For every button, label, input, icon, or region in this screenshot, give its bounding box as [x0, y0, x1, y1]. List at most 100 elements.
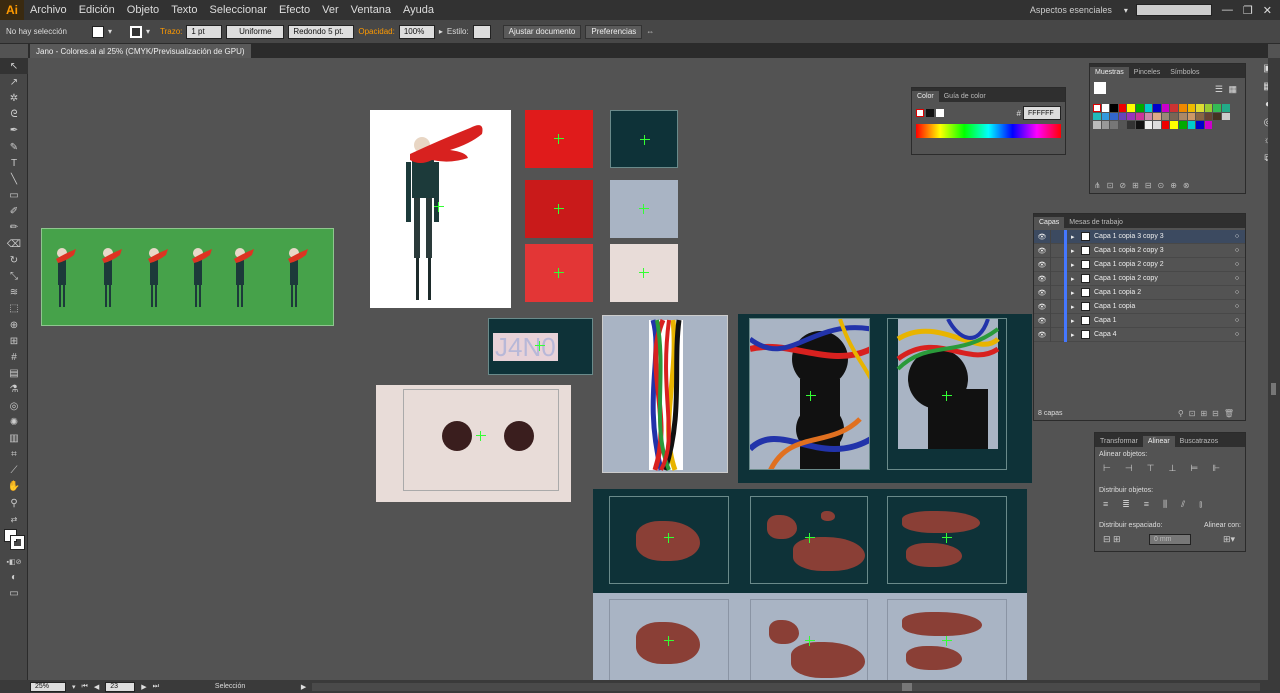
spacing-input[interactable]: 0 mm	[1149, 534, 1191, 545]
target-circle-icon[interactable]: ○	[1229, 317, 1245, 324]
drawing-mode-icon[interactable]: ◐	[0, 570, 28, 586]
visibility-eye-icon[interactable]: 👁	[1034, 331, 1050, 339]
lock-toggle[interactable]	[1050, 299, 1064, 314]
red-swatch-2[interactable]	[525, 180, 593, 238]
shape-builder-tool-icon[interactable]: ⊕	[0, 317, 28, 333]
scale-tool-icon[interactable]: ⤡	[0, 268, 28, 284]
layer-name[interactable]: Capa 1 copia 2 copy	[1094, 275, 1229, 282]
layer-name[interactable]: Capa 1 copia 2 copy 2	[1094, 261, 1229, 268]
visibility-eye-icon[interactable]: 👁	[1034, 275, 1050, 283]
mesh-tool-icon[interactable]: #	[0, 349, 28, 365]
eyes-artboard[interactable]	[376, 385, 571, 502]
hand-tool-icon[interactable]: ✋	[0, 479, 28, 495]
layer-row[interactable]: 👁 ▸ Capa 1 copia 2 copy 3 ○	[1034, 243, 1245, 258]
expand-triangle-icon[interactable]: ▸	[1071, 303, 1081, 311]
align-to-selector-icon[interactable]: ⊞▾	[1223, 534, 1235, 545]
none-swatch[interactable]	[916, 109, 924, 117]
document-tab[interactable]: Jano - Colores.ai al 25% (CMYK/Previsual…	[30, 44, 251, 58]
swatch-grid[interactable]	[1093, 104, 1233, 129]
menu-edicion[interactable]: Edición	[73, 4, 121, 16]
target-circle-icon[interactable]: ○	[1229, 331, 1245, 338]
arrange-icon[interactable]: ⇔	[646, 27, 654, 36]
slice-tool-icon[interactable]: ⟋	[0, 463, 28, 479]
paintbrush-tool-icon[interactable]: ✐	[0, 204, 28, 220]
align-objects-icons[interactable]: ⊢⊣⊤⊥⊨⊩	[1103, 463, 1234, 474]
menu-archivo[interactable]: Archivo	[24, 4, 73, 16]
lock-toggle[interactable]	[1050, 313, 1064, 328]
menu-ayuda[interactable]: Ayuda	[397, 4, 440, 16]
page-field[interactable]: 23	[105, 681, 136, 692]
lock-toggle[interactable]	[1050, 285, 1064, 300]
tab-brushes[interactable]: Pinceles	[1129, 67, 1165, 78]
lasso-tool-icon[interactable]: ᘓ	[0, 107, 28, 123]
type-tool-icon[interactable]: T	[0, 155, 28, 171]
perspective-grid-tool-icon[interactable]: ⊞	[0, 333, 28, 349]
stroke-weight-field[interactable]: 1 pt	[186, 24, 223, 39]
fill-chevron-icon[interactable]: ▾	[108, 27, 126, 36]
list-view-icon[interactable]: ☰	[1215, 84, 1223, 95]
visibility-eye-icon[interactable]: 👁	[1034, 233, 1050, 241]
scroll-thumb[interactable]	[1271, 383, 1276, 395]
style-select[interactable]	[472, 24, 491, 39]
layer-name[interactable]: Capa 1	[1094, 317, 1229, 324]
graph-tool-icon[interactable]: ▥	[0, 430, 28, 446]
cables-artboard[interactable]	[602, 315, 728, 473]
distribute-objects-icons[interactable]: ≡≣≡⫼⫽⫾	[1103, 499, 1216, 510]
layer-row[interactable]: 👁 ▸ Capa 1 copia ○	[1034, 299, 1245, 314]
brush-select[interactable]: Redondo 5 pt.	[288, 24, 355, 39]
tab-layers[interactable]: Capas	[1034, 217, 1065, 228]
target-circle-icon[interactable]: ○	[1229, 303, 1245, 310]
lock-toggle[interactable]	[1050, 257, 1064, 272]
layer-row[interactable]: 👁 ▸ Capa 1 copia 2 ○	[1034, 285, 1245, 300]
artboard-tool-icon[interactable]: ⌗	[0, 447, 28, 463]
tab-swatches[interactable]: Muestras	[1090, 67, 1129, 78]
menu-efecto[interactable]: Efecto	[273, 4, 316, 16]
expand-triangle-icon[interactable]: ▸	[1071, 233, 1081, 241]
rectangle-tool-icon[interactable]: ▭	[0, 188, 28, 204]
lock-toggle[interactable]	[1050, 327, 1064, 342]
first-page-icon[interactable]: ⏮	[82, 683, 88, 691]
green-artboard[interactable]	[41, 228, 334, 326]
tab-symbols[interactable]: Símbolos	[1165, 67, 1204, 78]
swatch-actions-icons[interactable]: ⋔⊡⊘⊞⊟⊙⊕⊗	[1094, 181, 1196, 190]
free-transform-tool-icon[interactable]: ⬚	[0, 301, 28, 317]
eraser-tool-icon[interactable]: ⌫	[0, 236, 28, 252]
blend-tool-icon[interactable]: ◎	[0, 398, 28, 414]
pen-tool-icon[interactable]: ✒	[0, 123, 28, 139]
blobs-teal-artboard[interactable]	[593, 489, 1027, 593]
logo-artboard[interactable]: J4N0	[488, 318, 593, 375]
menu-ventana[interactable]: Ventana	[345, 4, 397, 16]
width-tool-icon[interactable]: ≋	[0, 285, 28, 301]
zoom-field[interactable]: 25%	[30, 681, 66, 692]
selection-tool-icon[interactable]: ↖	[0, 58, 28, 75]
screen-mode-icon[interactable]: ▭	[0, 586, 28, 602]
status-menu-icon[interactable]: ▶	[301, 683, 306, 691]
target-circle-icon[interactable]: ○	[1229, 289, 1245, 296]
target-circle-icon[interactable]: ○	[1229, 261, 1245, 268]
tab-color-guide[interactable]: Guía de color	[939, 91, 991, 102]
red-swatch-1[interactable]	[525, 110, 593, 168]
visibility-eye-icon[interactable]: 👁	[1034, 289, 1050, 297]
expand-triangle-icon[interactable]: ▸	[1071, 331, 1081, 339]
color-spectrum[interactable]	[916, 124, 1061, 138]
opacity-chevron-icon[interactable]: ▸	[439, 27, 443, 36]
stroke-swatch[interactable]	[130, 25, 142, 38]
lock-toggle[interactable]	[1050, 271, 1064, 286]
color-mode-icons[interactable]: ▪◧⊘	[0, 553, 28, 569]
opacity-label[interactable]: Opacidad:	[358, 27, 394, 36]
blobs-light-artboard[interactable]	[593, 593, 1027, 680]
zoom-tool-icon[interactable]: ⚲	[0, 495, 28, 511]
symbol-sprayer-tool-icon[interactable]: ✺	[0, 414, 28, 430]
magic-wand-tool-icon[interactable]: ✲	[0, 90, 28, 106]
target-circle-icon[interactable]: ○	[1229, 247, 1245, 254]
swatch-fill-preview[interactable]	[1094, 82, 1106, 94]
layer-row[interactable]: 👁 ▸ Capa 1 copia 2 copy ○	[1034, 271, 1245, 286]
line-tool-icon[interactable]: ╲	[0, 171, 28, 187]
target-circle-icon[interactable]: ○	[1229, 275, 1245, 282]
layer-name[interactable]: Capa 1 copia 2 copy 3	[1094, 247, 1229, 254]
layer-row[interactable]: 👁 ▸ Capa 1 copia 3 copy 3 ○	[1034, 229, 1245, 244]
prev-page-icon[interactable]: ◀	[94, 683, 99, 691]
visibility-eye-icon[interactable]: 👁	[1034, 261, 1050, 269]
gradient-tool-icon[interactable]: ▤	[0, 366, 28, 382]
tab-artboards[interactable]: Mesas de trabajo	[1064, 217, 1128, 228]
